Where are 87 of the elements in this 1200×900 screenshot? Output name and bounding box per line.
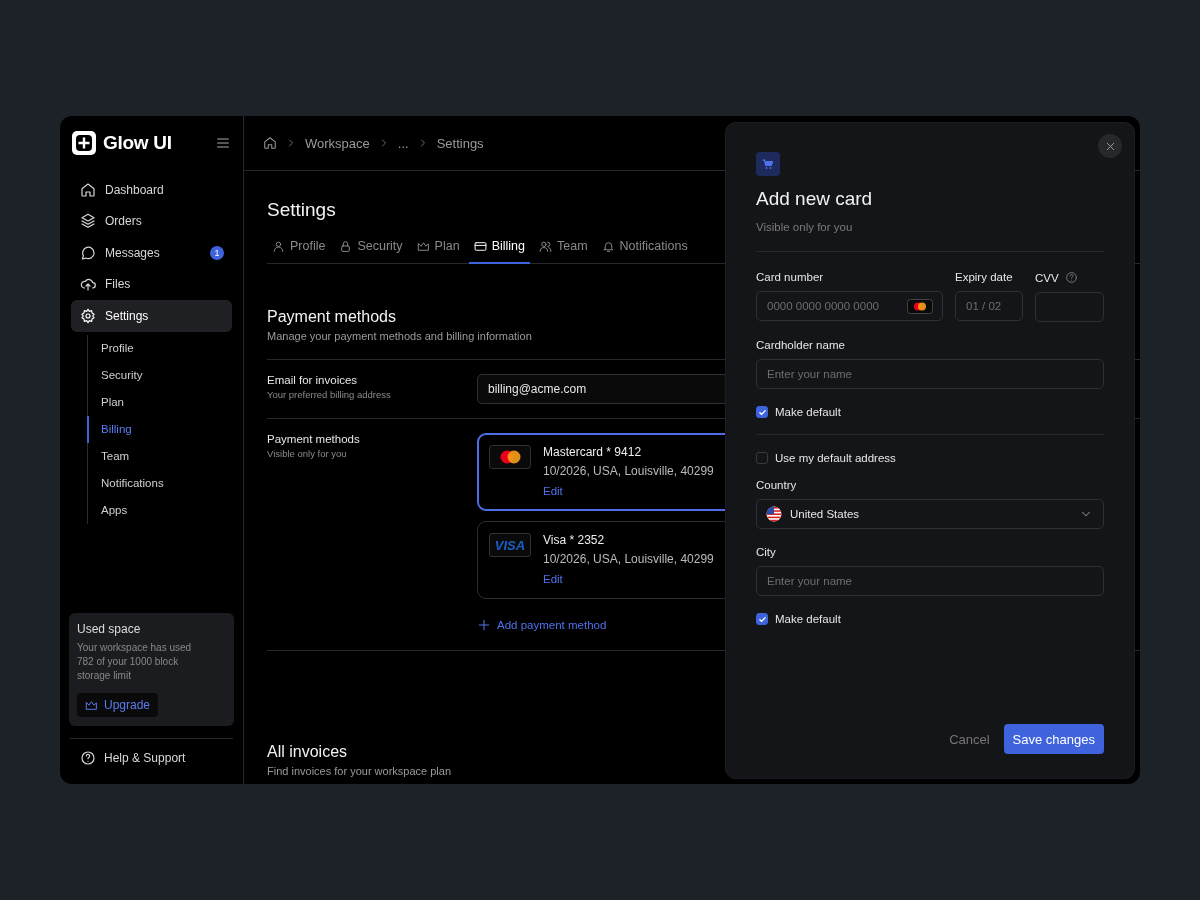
card-logo-icon [907,299,933,314]
edit-link[interactable]: Edit [543,485,714,497]
field-label: Card number [756,271,825,283]
nav-item[interactable]: Files [71,268,232,300]
dialog-title: Add new card [756,188,874,210]
tab[interactable]: Team [534,239,593,264]
subnav-item[interactable]: Team [87,442,228,470]
city-field[interactable]: Enter your name [756,566,1104,596]
subnav-item[interactable]: Security [87,361,228,389]
field-label: Expiry date [955,271,1014,283]
tab[interactable]: Notifications [596,239,693,264]
chat-bubble-icon [80,244,96,261]
cart-icon [756,152,780,176]
card-logo: VISA [489,533,531,557]
subnav-item[interactable]: Plan [87,388,228,416]
checkbox-label: Make default [775,613,841,625]
close-button[interactable] [1098,134,1122,158]
breadcrumb-item[interactable]: Settings [436,135,484,151]
checkbox[interactable] [756,452,768,464]
card-text: Your workspace has used 782 of your 1000 block storage limit [77,641,193,683]
nav-item[interactable]: Settings [71,300,232,332]
subnav-item[interactable]: Billing [87,415,228,443]
expiry-date-field[interactable]: 01 / 02 [955,291,1023,321]
cardholder-name-field[interactable]: Enter your name [756,359,1104,389]
nav-item[interactable]: Dashboard [71,174,232,206]
subnav-item[interactable]: Notifications [87,469,228,497]
nav-item[interactable]: Orders [71,205,232,237]
subnav-item[interactable]: Apps [87,496,228,524]
edit-link[interactable]: Edit [543,573,714,585]
card-details: 10/2026, USA, Louisville, 40299 [543,464,714,478]
logo-icon [72,131,96,155]
card-details: 10/2026, USA, Louisville, 40299 [543,552,714,566]
checkbox[interactable] [756,406,768,418]
cancel-button[interactable]: Cancel [949,731,990,747]
field-label: Cardholder name [756,339,846,351]
crown-icon [416,239,430,253]
count-badge: 1 [210,245,224,260]
credit-card-icon [473,239,487,253]
row-hint: Visible only for you [267,448,348,459]
checkbox-label: Make default [775,406,841,418]
tab[interactable]: Billing [468,239,530,264]
nav-item[interactable]: Messages 1 [71,237,232,269]
dialog-subtitle: Visible only for you [756,221,854,233]
section-subtitle: Find invoices for your workspace plan [267,765,453,777]
card-name: Visa * 2352 [543,533,606,547]
checkbox[interactable] [756,613,768,625]
row-label: Email for invoices [267,374,359,386]
country-select[interactable]: United States [756,499,1104,529]
section-title: All invoices [267,743,349,761]
plus-icon [477,618,491,632]
layers-icon [80,213,96,230]
breadcrumb-item[interactable]: Workspace [305,135,370,151]
tab[interactable]: Security [334,239,408,264]
save-button[interactable]: Save changes [1003,724,1104,754]
page-title: Settings [267,199,336,221]
field-label: CVV [1035,271,1059,284]
home-icon [80,181,96,198]
row-label: Payment methods [267,433,361,445]
section-title: Payment methods [267,308,397,326]
crown-icon [85,698,98,712]
bell-icon [601,239,615,253]
help-icon [80,750,96,766]
upgrade-button[interactable]: Upgrade [77,693,159,717]
card-name: Mastercard * 9412 [543,445,643,459]
help-link[interactable]: Help & Support [60,739,243,784]
user-icon [272,239,285,253]
row-hint: Your preferred billing address [267,389,392,400]
field-label: Country [756,479,798,491]
subnav-item[interactable]: Profile [87,334,228,362]
breadcrumb-item[interactable]: ... [397,135,409,151]
flag-icon [766,506,782,522]
cvv-field[interactable] [1035,292,1104,322]
card-logo-icon [489,445,531,469]
home-icon [263,136,277,150]
help-icon [1064,271,1078,284]
users-icon [539,239,552,253]
field-label: City [756,546,777,558]
section-subtitle: Manage your payment methods and billing information [267,330,533,342]
card-number-field[interactable]: 0000 0000 0000 0000 [756,291,943,321]
menu-icon [215,135,231,151]
cloud-upload-icon [80,276,96,293]
lock-icon [339,239,353,253]
brand-name: Glow UI [103,132,173,154]
settings-icon [80,307,96,324]
tab[interactable]: Profile [267,239,331,264]
tab[interactable]: Plan [411,239,465,264]
card-title: Used space [77,622,142,636]
